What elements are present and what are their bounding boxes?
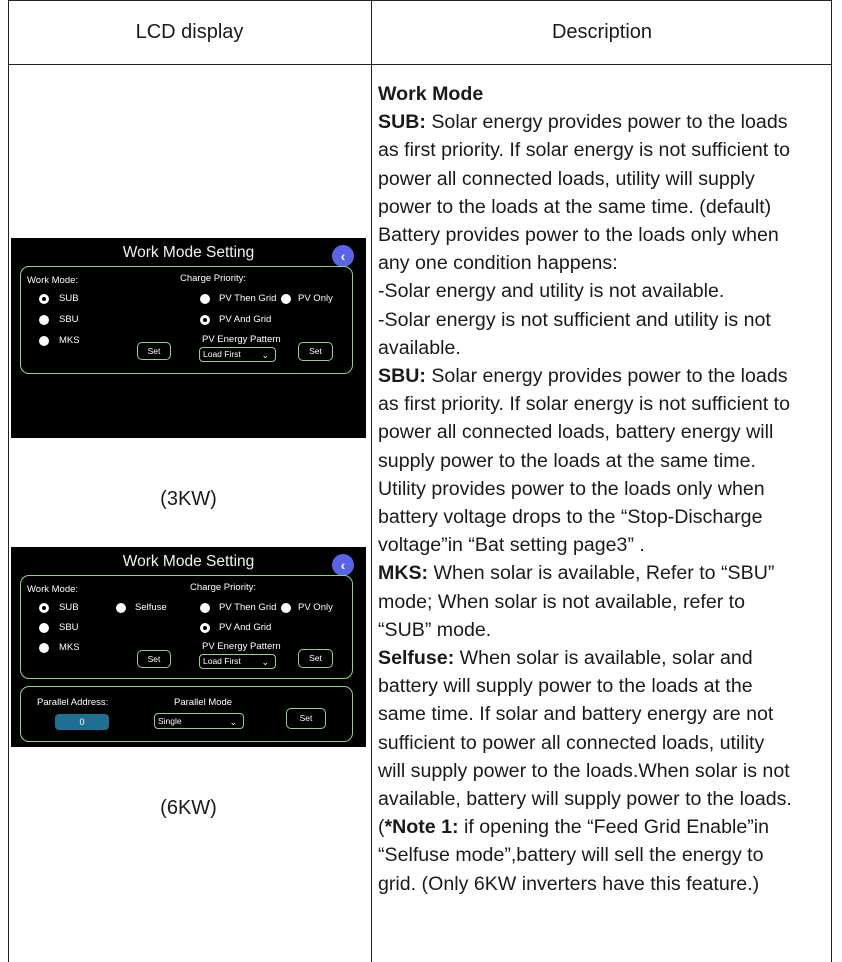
set-button-parallel[interactable]: Set: [286, 708, 326, 729]
radio-mode-sub[interactable]: [39, 294, 49, 304]
column-header-description: Description: [551, 20, 653, 43]
label-pv-only: PV Only: [298, 602, 333, 613]
lcd-screen-6kw: Work Mode Setting ‹ Work Mode: Charge Pr…: [11, 547, 366, 747]
parallel-mode-value: Single: [158, 716, 182, 726]
column-header-lcd-display: LCD display: [135, 20, 244, 43]
label-pv-and-grid: PV And Grid: [219, 314, 272, 325]
radio-pv-and-grid[interactable]: [200, 315, 210, 325]
text-line: sufficient to power all connected loads,…: [378, 731, 765, 754]
parallel-mode-label: Parallel Mode: [174, 697, 233, 708]
text-line: power all connected loads, battery energ…: [378, 421, 774, 444]
text-line: voltage”in “Bat setting page3” .: [378, 534, 645, 557]
text-line: any one condition happens:: [378, 252, 618, 275]
text-line: same time. If solar and battery energy a…: [378, 703, 774, 726]
radio-mode-sub[interactable]: [39, 603, 49, 613]
set-button-pv-pattern[interactable]: Set: [298, 342, 333, 361]
lcd-screen-3kw: Work Mode Setting ‹ Work Mode: Charge Pr…: [11, 238, 366, 438]
radio-mode-sbu[interactable]: [39, 315, 49, 325]
text-line: Utility provides power to the loads only…: [378, 477, 765, 500]
radio-mode-sbu[interactable]: [39, 623, 49, 633]
text-line: “SUB” mode.: [378, 618, 492, 641]
radio-pv-then-grid[interactable]: [200, 603, 210, 613]
pv-energy-pattern-label: PV Energy Pattern: [202, 641, 281, 652]
header-divider: [8, 64, 832, 65]
lcd-title: Work Mode Setting: [122, 244, 255, 261]
radio-pv-and-grid[interactable]: [200, 623, 210, 633]
parallel-mode-select[interactable]: Single ⌄: [154, 713, 244, 729]
note-line: (*Note 1: if opening the “Feed Grid Enab…: [378, 816, 769, 839]
text-line: battery will supply power to the loads a…: [378, 675, 753, 698]
caption-3kw: (3KW): [160, 488, 217, 510]
mode-label-sbu: SBU: [59, 314, 79, 325]
text-line: power all connected loads, utility will …: [378, 167, 755, 190]
column-divider: [371, 0, 372, 962]
sbu-line: SBU: Solar energy provides power to the …: [378, 365, 788, 388]
chevron-down-icon: ⌄: [261, 657, 269, 667]
parallel-panel: Parallel Address: 0 Parallel Mode Single…: [20, 686, 353, 742]
label-pv-then-grid: PV Then Grid: [219, 293, 277, 304]
text-line: supply power to the loads at the same ti…: [378, 449, 756, 472]
pv-energy-pattern-select[interactable]: Load First ⌄: [199, 347, 276, 362]
mode-label-sbu: SBU: [59, 622, 79, 633]
work-mode-panel: Work Mode: Charge Priority: SUB SBU MKS …: [20, 266, 353, 374]
label-pv-and-grid: PV And Grid: [219, 622, 272, 633]
text-line: -Solar energy is not sufficient and util…: [378, 308, 771, 331]
work-mode-label: Work Mode:: [27, 584, 79, 595]
text-line: power to the loads at the same time. (de…: [378, 195, 772, 218]
text-line: -Solar energy and utility is not availab…: [378, 280, 725, 303]
selfuse-line: Selfuse: When solar is available, solar …: [378, 647, 753, 670]
mode-label-mks: MKS: [59, 642, 80, 653]
work-mode-label: Work Mode:: [27, 275, 79, 286]
mode-label-selfuse: Selfuse: [135, 602, 167, 613]
text-line: grid. (Only 6KW inverters have this feat…: [378, 872, 760, 895]
description-text: Work Mode SUB: Solar energy provides pow…: [378, 80, 830, 898]
radio-mode-mks[interactable]: [39, 336, 49, 346]
mks-term: MKS:: [378, 562, 429, 585]
radio-pv-only[interactable]: [281, 603, 291, 613]
pv-energy-pattern-value: Load First: [203, 349, 241, 359]
radio-pv-only[interactable]: [281, 294, 291, 304]
back-arrow-icon[interactable]: ‹: [332, 554, 354, 576]
mode-label-sub: SUB: [59, 293, 79, 304]
note-term: *Note 1:: [384, 816, 459, 839]
description-heading: Work Mode: [378, 83, 484, 105]
radio-pv-then-grid[interactable]: [200, 294, 210, 304]
charge-priority-label: Charge Priority:: [180, 273, 246, 284]
lcd-title: Work Mode Setting: [122, 553, 255, 570]
mode-label-mks: MKS: [59, 335, 80, 346]
set-button-work-mode[interactable]: Set: [137, 342, 171, 360]
text-line: battery voltage drops to the “Stop-Disch…: [378, 506, 763, 529]
parallel-address-field[interactable]: 0: [55, 714, 109, 730]
sub-term: SUB:: [378, 111, 426, 134]
work-mode-panel: Work Mode: Charge Priority: SUB Selfuse …: [20, 575, 353, 679]
sbu-term: SBU:: [378, 365, 426, 388]
pv-energy-pattern-value: Load First: [203, 656, 241, 666]
radio-mode-mks[interactable]: [39, 643, 49, 653]
text-line: will supply power to the loads.When sola…: [378, 759, 790, 782]
sub-line: SUB: Solar energy provides power to the …: [378, 111, 788, 134]
selfuse-term: Selfuse:: [378, 647, 455, 670]
label-pv-only: PV Only: [298, 293, 333, 304]
charge-priority-label: Charge Priority:: [190, 582, 256, 593]
text-line: as first priority. If solar energy is no…: [378, 139, 790, 162]
text-line: “Selfuse mode”,battery will sell the ene…: [378, 844, 764, 867]
label-pv-then-grid: PV Then Grid: [219, 602, 277, 613]
text-line: mode; When solar is not available, refer…: [378, 590, 746, 613]
parallel-address-label: Parallel Address:: [37, 697, 109, 708]
text-line: Battery provides power to the loads only…: [378, 224, 779, 247]
set-button-pv-pattern[interactable]: Set: [298, 649, 333, 668]
back-arrow-icon[interactable]: ‹: [332, 245, 354, 267]
chevron-down-icon: ⌄: [229, 717, 237, 727]
text-line: as first priority. If solar energy is no…: [378, 393, 790, 416]
text-line: available, battery will supply power to …: [378, 788, 792, 811]
radio-mode-selfuse[interactable]: [116, 603, 126, 613]
mode-label-sub: SUB: [59, 602, 79, 613]
text-line: available.: [378, 336, 461, 359]
pv-energy-pattern-select[interactable]: Load First ⌄: [199, 654, 276, 669]
caption-6kw: (6KW): [160, 797, 217, 819]
chevron-down-icon: ⌄: [261, 350, 269, 360]
set-button-work-mode[interactable]: Set: [137, 650, 171, 668]
pv-energy-pattern-label: PV Energy Pattern: [202, 334, 281, 345]
mks-line: MKS: When solar is available, Refer to “…: [378, 562, 775, 585]
